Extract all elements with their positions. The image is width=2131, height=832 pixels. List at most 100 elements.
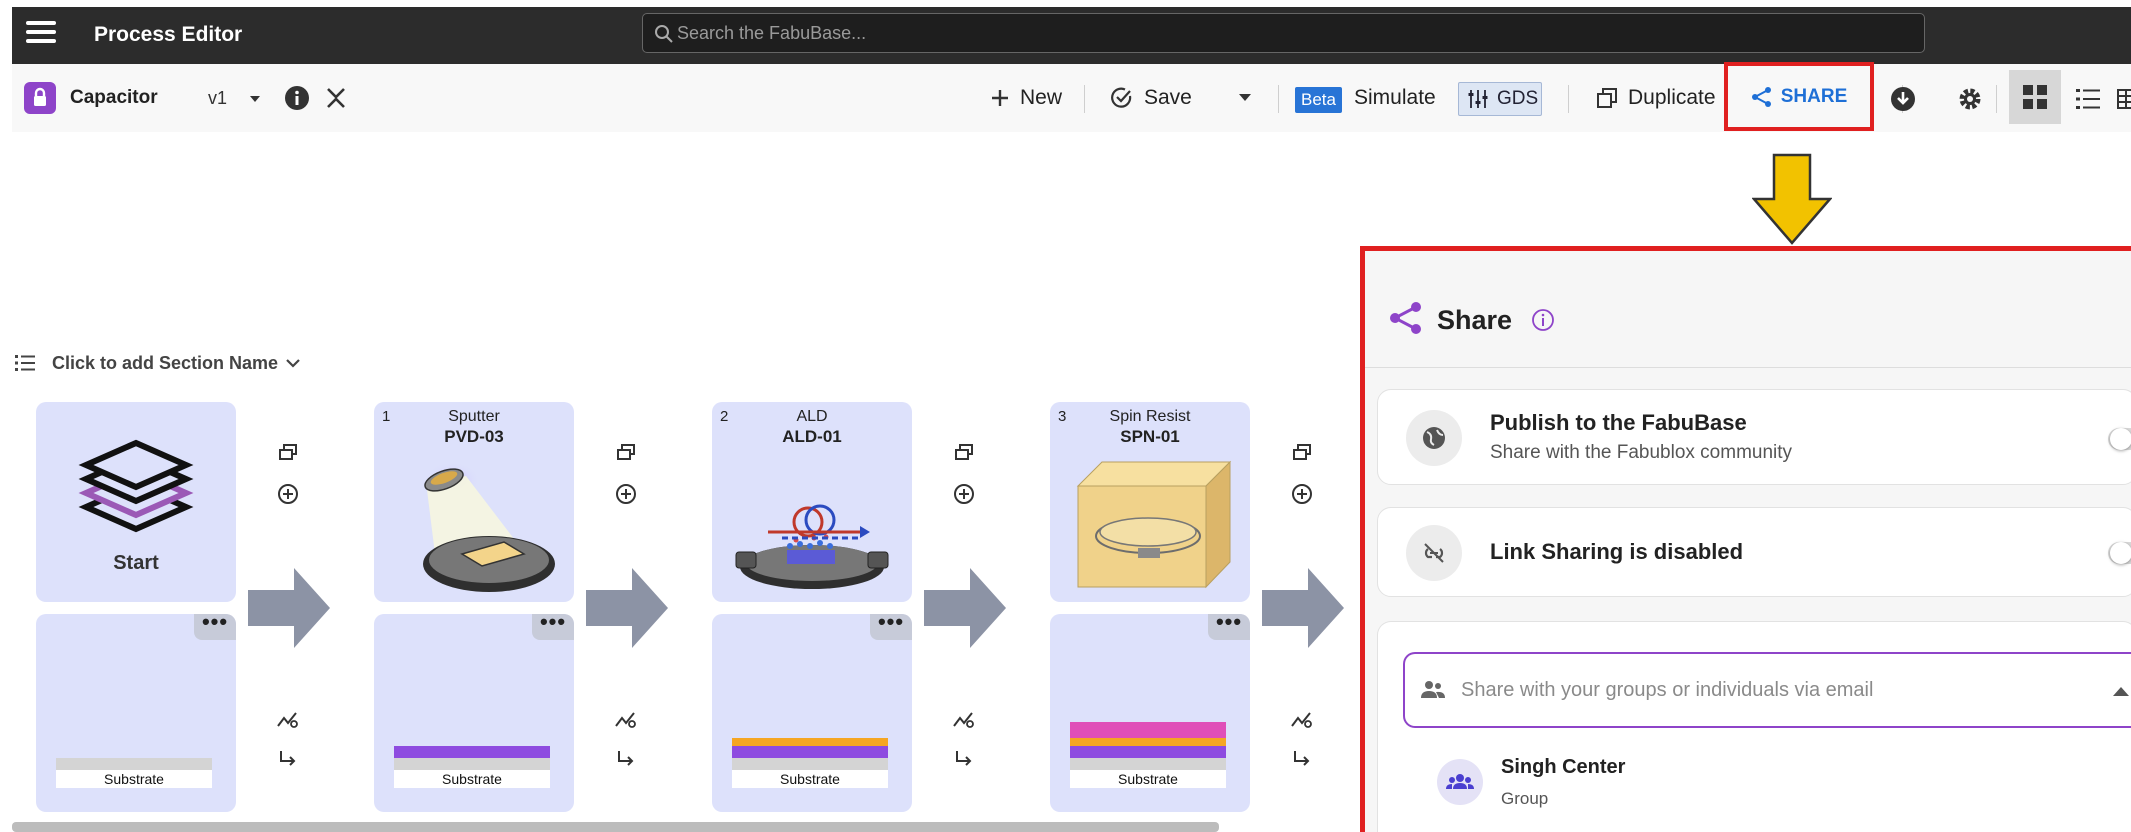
flow-arrow-icon xyxy=(248,568,330,648)
spin-resist-illustration-icon xyxy=(1076,460,1232,589)
layers-stack-icon xyxy=(78,439,194,533)
analyze-icon[interactable] xyxy=(276,708,300,732)
group-icon xyxy=(1446,774,1474,789)
more-options-button[interactable]: ••• xyxy=(870,611,912,640)
download-icon[interactable] xyxy=(1889,85,1917,113)
list-icon xyxy=(15,355,35,371)
caret-up-icon[interactable] xyxy=(2111,684,2131,698)
collapse-icon[interactable] xyxy=(325,86,347,110)
save-options-caret-icon[interactable] xyxy=(1238,92,1252,104)
gear-icon[interactable] xyxy=(1956,85,1984,113)
share-icon xyxy=(1390,302,1421,334)
more-options-button[interactable]: ••• xyxy=(532,611,574,640)
new-label: New xyxy=(1020,86,1063,109)
publish-title: Publish to the FabuBase xyxy=(1490,410,1747,435)
duplicate-label: Duplicate xyxy=(1628,86,1716,109)
publish-toggle[interactable] xyxy=(2108,428,2131,450)
chevron-down-icon xyxy=(286,359,300,368)
substrate-layer xyxy=(394,758,550,770)
share-label: SHARE xyxy=(1780,85,1848,107)
add-step-icon[interactable] xyxy=(614,482,638,506)
horizontal-scrollbar[interactable] xyxy=(12,822,1219,832)
analyze-icon[interactable] xyxy=(614,708,638,732)
copy-step-icon[interactable] xyxy=(614,442,638,466)
process-flow: Start 1 Sputter PVD-03 2 ALD ALD-01 3 Sp… xyxy=(12,380,1362,832)
project-name[interactable]: Capacitor xyxy=(70,87,158,109)
analyze-icon[interactable] xyxy=(952,708,976,732)
copy-step-icon[interactable] xyxy=(1290,442,1314,466)
layer-stack-card[interactable]: ••• Substrate xyxy=(374,611,574,812)
save-button[interactable]: Save xyxy=(1110,78,1192,118)
simulate-label: Simulate xyxy=(1354,86,1436,109)
layer-stack-card[interactable]: ••• Substrate xyxy=(36,611,236,812)
redirect-arrow-icon[interactable] xyxy=(614,748,638,772)
duplicate-button[interactable]: Duplicate xyxy=(1596,78,1716,118)
layer-stack-card[interactable]: ••• Substrate xyxy=(712,611,912,812)
link-off-icon xyxy=(1406,525,1462,581)
list-view-icon[interactable] xyxy=(2074,85,2102,113)
gds-button[interactable]: GDS xyxy=(1458,82,1542,116)
redirect-arrow-icon[interactable] xyxy=(952,748,976,772)
people-icon xyxy=(1421,681,1445,698)
search-input[interactable] xyxy=(677,14,1907,52)
save-label: Save xyxy=(1144,86,1192,109)
redirect-arrow-icon[interactable] xyxy=(276,748,300,772)
copy-step-icon[interactable] xyxy=(952,442,976,466)
plus-icon xyxy=(992,90,1008,106)
share-title: Share xyxy=(1437,305,1513,335)
more-options-button[interactable]: ••• xyxy=(194,611,236,640)
group-avatar xyxy=(1437,759,1483,805)
simulate-button[interactable]: Simulate xyxy=(1354,78,1436,118)
grid-icon xyxy=(2023,85,2047,109)
publish-option: Publish to the FabuBase Share with the F… xyxy=(1377,389,2131,485)
redirect-arrow-icon[interactable] xyxy=(1290,748,1314,772)
add-step-icon[interactable] xyxy=(952,482,976,506)
add-step-icon[interactable] xyxy=(1290,482,1314,506)
substrate-label: Substrate xyxy=(1070,770,1226,788)
start-label: Start xyxy=(113,552,159,574)
info-icon[interactable] xyxy=(1531,308,1555,332)
layer-stack-card[interactable]: ••• Substrate xyxy=(1050,611,1250,812)
search-box[interactable] xyxy=(642,13,1925,53)
share-email-field[interactable] xyxy=(1403,652,2131,728)
app-title: Process Editor xyxy=(94,23,243,46)
divider xyxy=(1365,367,2131,368)
gds-label: GDS xyxy=(1497,88,1539,109)
link-sharing-title: Link Sharing is disabled xyxy=(1490,539,1744,564)
share-button[interactable]: SHARE xyxy=(1724,62,1874,131)
sputter-illustration-icon xyxy=(423,462,555,592)
duplicate-icon xyxy=(1597,88,1617,108)
check-circle-icon xyxy=(1111,87,1132,108)
start-card[interactable]: Start xyxy=(36,402,236,602)
new-button[interactable]: New xyxy=(990,78,1062,118)
substrate-layer xyxy=(732,758,888,770)
copy-step-icon[interactable] xyxy=(276,442,300,466)
analyze-icon[interactable] xyxy=(1290,708,1314,732)
group-option-name[interactable]: Singh Center xyxy=(1501,756,1625,779)
step-card-spin[interactable]: 3 Spin Resist SPN-01 xyxy=(1050,402,1250,602)
share-icon xyxy=(1751,86,1771,107)
divider xyxy=(1084,85,1085,113)
beta-badge: Beta xyxy=(1295,87,1342,113)
grid-view-button[interactable] xyxy=(2009,70,2061,124)
add-step-icon[interactable] xyxy=(276,482,300,506)
dielectric-layer xyxy=(1070,738,1226,746)
metal-layer xyxy=(394,746,550,758)
hamburger-menu-icon[interactable] xyxy=(26,21,56,47)
table-view-icon[interactable] xyxy=(2116,85,2131,113)
substrate-label: Substrate xyxy=(394,770,550,788)
version-select[interactable]: v1 xyxy=(208,88,227,109)
divider xyxy=(1278,85,1279,113)
divider xyxy=(1568,85,1569,113)
step-card-pvd[interactable]: 1 Sputter PVD-03 xyxy=(374,402,574,602)
annotation-arrow-icon xyxy=(1752,153,1832,245)
share-email-input[interactable] xyxy=(1461,654,2101,726)
more-options-button[interactable]: ••• xyxy=(1208,611,1250,640)
section-name-button[interactable]: Click to add Section Name xyxy=(14,352,316,374)
step-card-ald[interactable]: 2 ALD ALD-01 xyxy=(712,402,912,602)
link-sharing-toggle[interactable] xyxy=(2108,542,2131,564)
info-icon[interactable] xyxy=(284,85,310,111)
substrate-label: Substrate xyxy=(56,770,212,788)
publish-subtitle: Share with the Fabublox community xyxy=(1490,442,1793,463)
caret-down-icon[interactable] xyxy=(248,92,262,106)
